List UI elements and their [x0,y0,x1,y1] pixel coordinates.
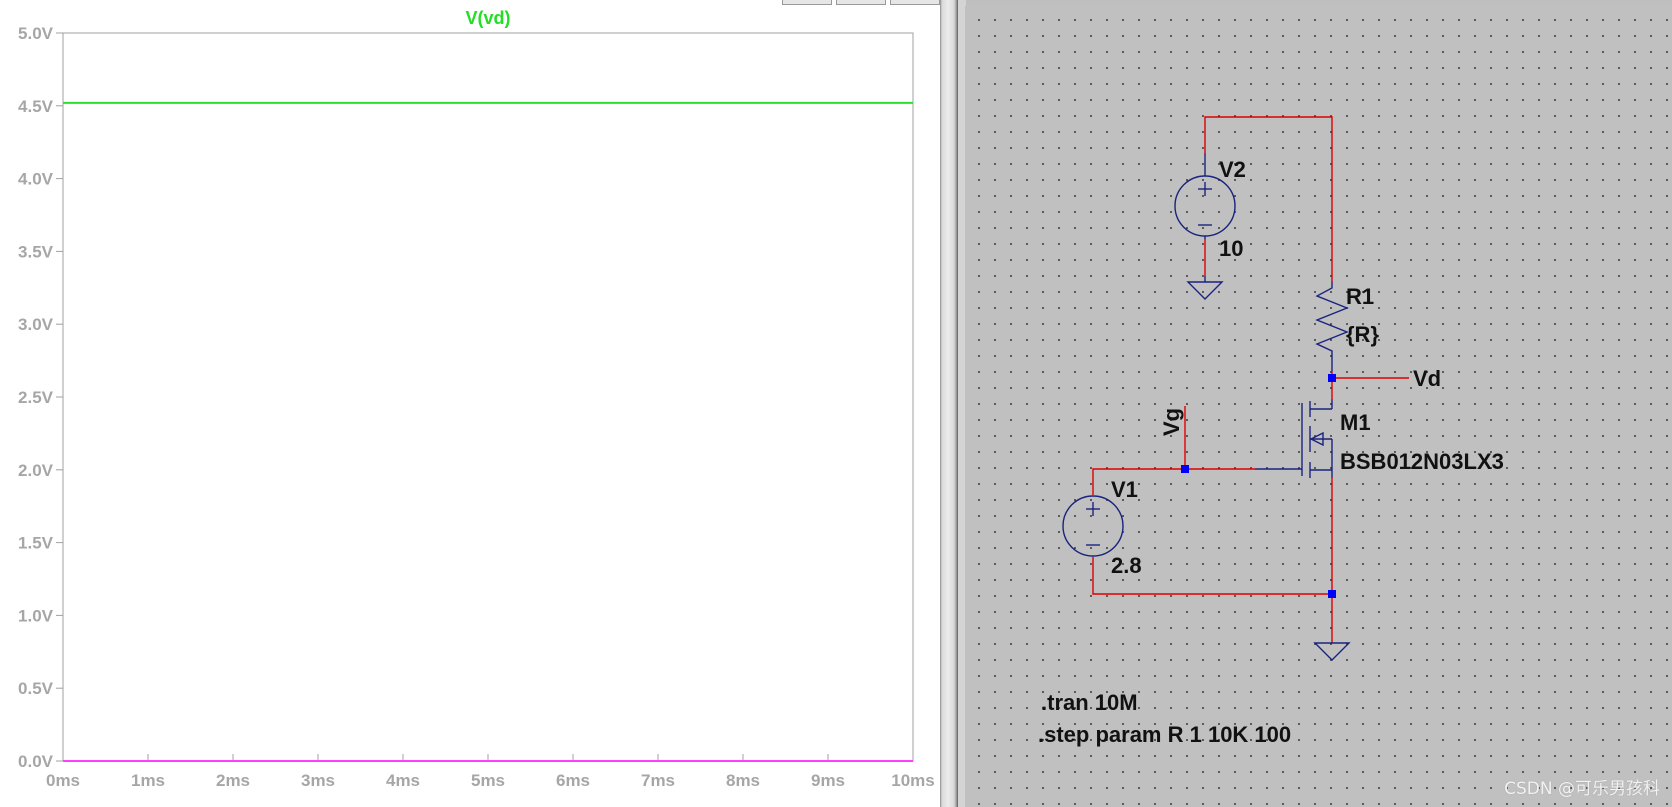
ltspice-window: 0.0V 0.5V 1.0V 1.5V 2.0V 2.5V 3.0V 3.5V 4.0V 4.5V… [0,0,1672,807]
node-ground[interactable] [1328,590,1336,598]
voltage-source-v1[interactable] [1062,495,1124,557]
y-tick-label: 2.5V [18,388,54,407]
node-vd[interactable] [1328,374,1336,382]
y-tick-label: 4.5V [18,97,54,116]
y-tick-label: 3.5V [18,242,54,261]
x-tick-label: 7ms [641,771,675,790]
x-tick-label: 8ms [726,771,760,790]
node-vg[interactable] [1181,465,1189,473]
resistor-r1[interactable] [1315,281,1349,371]
v1-value[interactable]: 2.8 [1111,553,1142,578]
x-tick-label: 9ms [811,771,845,790]
x-tick-label: 4ms [386,771,420,790]
y-tick-label: 2.0V [18,461,54,480]
v2-value[interactable]: 10 [1219,236,1243,261]
y-tick-label: 1.0V [18,606,54,625]
x-tick-label: 10ms [891,771,934,790]
x-tick-label: 1ms [131,771,165,790]
x-tick-label: 0ms [46,771,80,790]
v1-label[interactable]: V1 [1111,477,1138,502]
x-tick-label: 3ms [301,771,335,790]
r1-value[interactable]: {R} [1346,322,1379,347]
y-tick-label: 1.5V [18,534,54,553]
schematic-canvas[interactable]: V2 10 R1 {R} Vd M1 BSB012N03LX3 Vg V1 2.… [965,6,1672,807]
ground-symbol [1313,642,1351,661]
m1-label[interactable]: M1 [1340,410,1371,435]
waveform-viewer[interactable]: 0.0V 0.5V 1.0V 1.5V 2.0V 2.5V 3.0V 3.5V 4.0V 4.5V… [0,0,941,807]
plot-area[interactable] [62,32,914,762]
spice-directive-step[interactable]: .step param R 1 10K 100 [1038,722,1291,747]
y-tick-label: 4.0V [18,170,54,189]
x-tick-label: 2ms [216,771,250,790]
r1-label[interactable]: R1 [1346,284,1374,309]
net-label-vg[interactable]: Vg [1159,408,1184,436]
trace-title-vvd[interactable]: V(vd) [466,8,511,28]
y-tick-label: 3.0V [18,315,54,334]
y-tick-label: 5.0V [18,24,54,43]
y-axis: 0.0V 0.5V 1.0V 1.5V 2.0V 2.5V 3.0V 3.5V 4.0V 4.5V… [18,24,63,771]
wire-vd-net[interactable] [1331,371,1409,379]
m1-model[interactable]: BSB012N03LX3 [1340,449,1504,474]
x-tick-label: 6ms [556,771,590,790]
y-tick-label: 0.0V [18,752,54,771]
net-label-vd[interactable]: Vd [1413,366,1441,391]
v2-label[interactable]: V2 [1219,157,1246,182]
spice-directive-tran[interactable]: .tran 10M [1041,690,1138,715]
watermark-text: CSDN @可乐男孩科 [1504,779,1660,799]
x-tick-label: 5ms [471,771,505,790]
schematic-editor[interactable]: V2 10 R1 {R} Vd M1 BSB012N03LX3 Vg V1 2.… [965,6,1672,807]
ground-symbol [1186,276,1224,300]
pane-splitter[interactable] [940,0,957,807]
waveform-chart[interactable]: 0.0V 0.5V 1.0V 1.5V 2.0V 2.5V 3.0V 3.5V 4.0V 4.5V… [0,0,940,807]
y-tick-label: 0.5V [18,679,54,698]
nmos-m1[interactable] [1255,399,1333,478]
